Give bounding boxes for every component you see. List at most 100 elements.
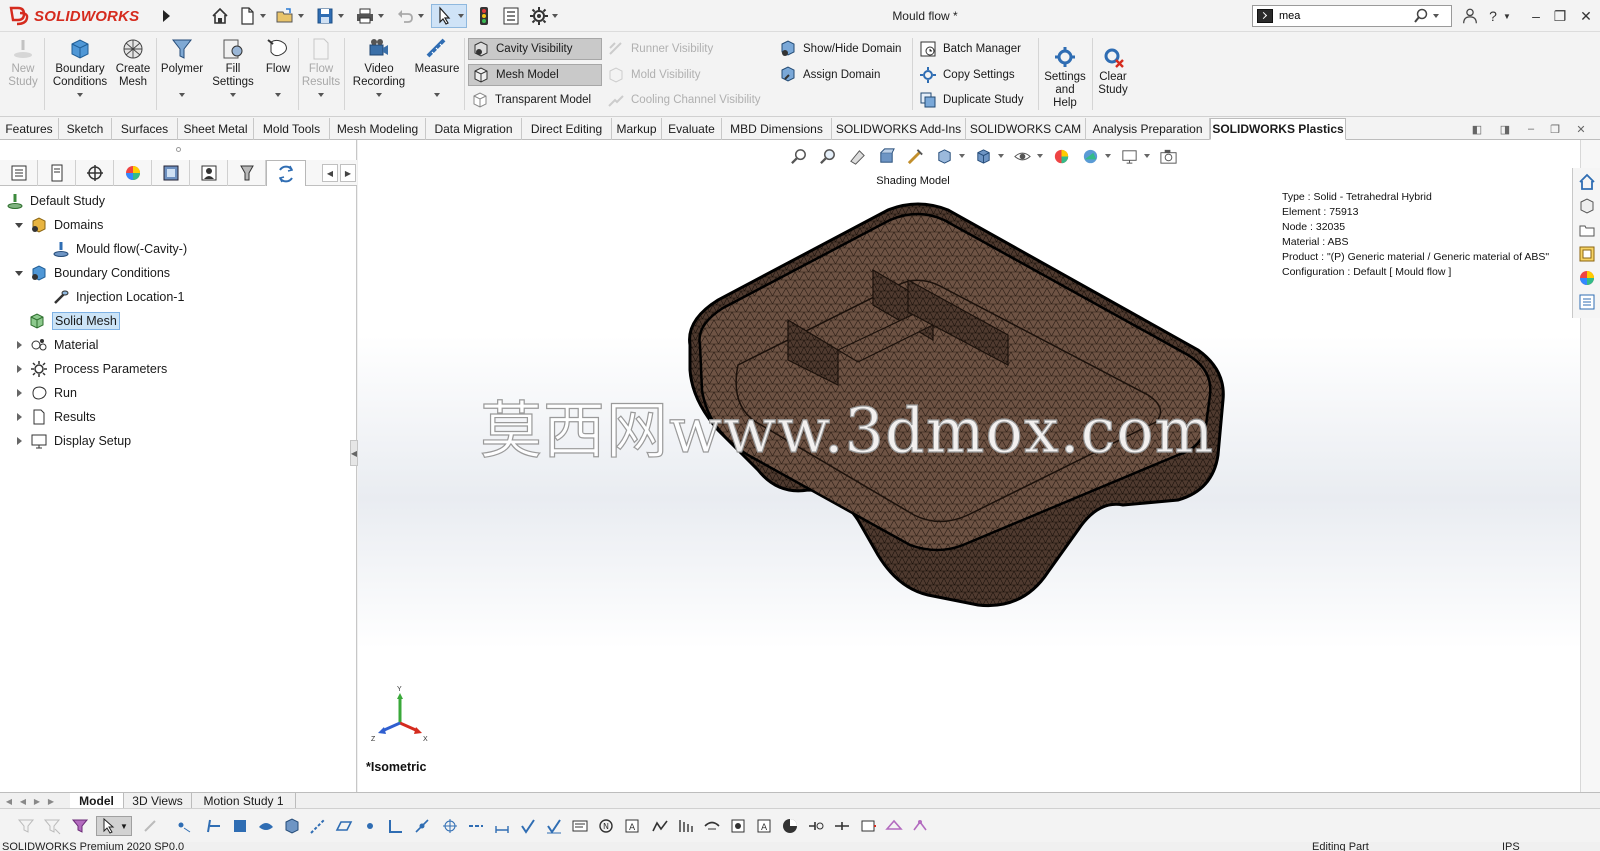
tree-item-results[interactable]: Results xyxy=(14,406,96,428)
filter-welds-icon[interactable] xyxy=(676,816,696,836)
view-orientation-icon[interactable] xyxy=(933,145,955,167)
section-view-icon[interactable] xyxy=(875,145,897,167)
tab-surfaces[interactable]: Surfaces xyxy=(112,118,178,140)
close-icon[interactable]: ✕ xyxy=(1576,6,1596,26)
expand-arrow-icon[interactable] xyxy=(14,388,24,398)
tree-item-process-parameters[interactable]: Process Parameters xyxy=(14,358,167,380)
menu-expand-arrow-icon[interactable] xyxy=(160,7,172,25)
edit-appearance-icon[interactable] xyxy=(1050,145,1072,167)
dropdown-arrow-icon[interactable] xyxy=(77,93,83,97)
filter-appearance-icon[interactable] xyxy=(780,816,800,836)
filter-faces-icon[interactable] xyxy=(230,816,250,836)
filter-dimensions-icon[interactable] xyxy=(492,816,512,836)
transparent-model-button[interactable]: Transparent Model xyxy=(468,89,602,111)
tree-item-domains[interactable]: Domains xyxy=(14,214,103,236)
filter-sketch-icon[interactable] xyxy=(140,816,160,836)
filter-center-marks-icon[interactable] xyxy=(440,816,460,836)
dropdown-arrow-icon[interactable] xyxy=(998,154,1004,158)
filter-blocks-icon[interactable] xyxy=(728,816,748,836)
clear-filters-icon[interactable] xyxy=(42,816,62,836)
restore-icon[interactable]: ❐ xyxy=(1550,6,1570,26)
solidworks-logo[interactable]: SOLIDWORKS xyxy=(8,4,156,28)
tab-features[interactable]: Features xyxy=(0,118,59,140)
zoom-to-area-icon[interactable] xyxy=(817,145,839,167)
tree-item-material[interactable]: Material xyxy=(14,334,98,356)
doc-close-icon[interactable]: ✕ xyxy=(1574,122,1588,136)
toggle-filter-icon[interactable] xyxy=(16,816,36,836)
new-study-button[interactable]: New Study xyxy=(6,36,40,89)
filter-sketch-segments-icon[interactable] xyxy=(386,816,406,836)
custom-properties-icon[interactable] xyxy=(1577,292,1597,312)
solidworks-resources-home-icon[interactable] xyxy=(1577,172,1597,192)
mesh-model-button[interactable]: Mesh Model xyxy=(468,64,602,86)
tree-item-injection-location[interactable]: Injection Location-1 xyxy=(52,286,184,308)
fill-settings-button[interactable]: Fill Settings xyxy=(208,36,258,97)
plastics-manager-tab-icon[interactable] xyxy=(266,160,306,186)
dynamic-annotation-icon[interactable] xyxy=(904,145,926,167)
select-all-filters-icon[interactable] xyxy=(70,816,90,836)
view-settings-icon[interactable] xyxy=(1118,145,1140,167)
search-options-dropdown[interactable] xyxy=(1433,14,1439,18)
property-manager-tab-icon[interactable] xyxy=(38,160,76,186)
expand-arrow-icon[interactable] xyxy=(14,340,24,350)
previous-view-icon[interactable] xyxy=(846,145,868,167)
tree-item-boundary-conditions[interactable]: Boundary Conditions xyxy=(14,262,170,284)
tab-model[interactable]: Model xyxy=(70,793,124,809)
search-input[interactable] xyxy=(1279,7,1409,25)
tab-analysis-preparation[interactable]: Analysis Preparation xyxy=(1086,118,1210,140)
tree-item-mould-flow-cavity[interactable]: Mould flow(-Cavity-) xyxy=(52,238,187,260)
home-icon[interactable] xyxy=(208,4,232,28)
apply-scene-icon[interactable] xyxy=(1079,145,1101,167)
tile-left-icon[interactable]: ◧ xyxy=(1470,122,1484,136)
new-document-icon[interactable] xyxy=(234,4,268,28)
print-icon[interactable] xyxy=(352,4,386,28)
appearances-scenes-icon[interactable] xyxy=(1577,268,1597,288)
feature-manager-tree-tab-icon[interactable] xyxy=(0,160,38,186)
show-hide-domain-button[interactable]: Show/Hide Domain xyxy=(776,38,910,60)
save-icon[interactable] xyxy=(312,4,346,28)
filter-connection-points-icon[interactable] xyxy=(858,816,878,836)
filter-sketch-points-icon[interactable] xyxy=(360,816,380,836)
options-gear-icon[interactable] xyxy=(526,4,560,28)
filter-datum-targets-icon[interactable]: A xyxy=(622,816,642,836)
tab-sheet-metal[interactable]: Sheet Metal xyxy=(178,118,254,140)
rebuild-traffic-light-icon[interactable] xyxy=(474,4,494,28)
cooling-channel-visibility-button[interactable]: Cooling Channel Visibility xyxy=(604,89,774,111)
tabs-scroll-left-icon[interactable]: ◀ xyxy=(322,164,338,182)
filter-surface-bodies-icon[interactable] xyxy=(256,816,276,836)
boundary-conditions-button[interactable]: Boundary Conditions xyxy=(50,36,110,97)
last-tab-arrow-icon[interactable]: ▶ xyxy=(44,795,58,807)
dropdown-arrow-icon[interactable] xyxy=(275,93,281,97)
tab-solidworks-plastics[interactable]: SOLIDWORKS Plastics xyxy=(1210,118,1346,140)
filter-solid-bodies-icon[interactable] xyxy=(282,816,302,836)
collapse-arrow-icon[interactable] xyxy=(14,268,24,278)
hide-show-items-icon[interactable] xyxy=(1011,145,1033,167)
zoom-to-fit-icon[interactable] xyxy=(788,145,810,167)
tree-item-default-study[interactable]: Default Study xyxy=(6,190,105,212)
filter-mesh-elements-icon[interactable] xyxy=(884,816,904,836)
filter-vertices-icon[interactable] xyxy=(174,816,194,836)
filter-mesh-nodes-icon[interactable] xyxy=(910,816,930,836)
tab-solidworks-cam[interactable]: SOLIDWORKS CAM xyxy=(966,118,1086,140)
graphics-viewport[interactable]: Shading Model Type : Solid - Tetrahedral… xyxy=(358,140,1580,792)
search-commands-icon[interactable] xyxy=(1257,9,1273,23)
display-style-icon[interactable] xyxy=(972,145,994,167)
cam-tab-icon[interactable] xyxy=(190,160,228,186)
tab-data-migration[interactable]: Data Migration xyxy=(426,118,522,140)
open-document-icon[interactable] xyxy=(272,4,306,28)
expand-arrow-icon[interactable] xyxy=(14,412,24,422)
screen-capture-camera-icon[interactable] xyxy=(1157,145,1179,167)
batch-manager-button[interactable]: Batch Manager xyxy=(916,38,1036,60)
display-manager-tab-icon[interactable] xyxy=(114,160,152,186)
filter-midpoints-icon[interactable] xyxy=(412,816,432,836)
next-tab-arrow-icon[interactable]: ▶ xyxy=(30,795,44,807)
filter-geometric-tolerance-icon[interactable] xyxy=(544,816,564,836)
search-icon[interactable] xyxy=(1413,8,1429,24)
filter-weld-symbols-icon[interactable] xyxy=(702,816,722,836)
tile-right-icon[interactable]: ◨ xyxy=(1498,122,1512,136)
file-properties-icon[interactable] xyxy=(500,4,522,28)
configuration-manager-tab-icon[interactable] xyxy=(76,160,114,186)
dropdown-arrow-icon[interactable] xyxy=(376,93,382,97)
minimize-icon[interactable]: – xyxy=(1526,6,1546,26)
doc-restore-icon[interactable]: ❐ xyxy=(1548,122,1562,136)
